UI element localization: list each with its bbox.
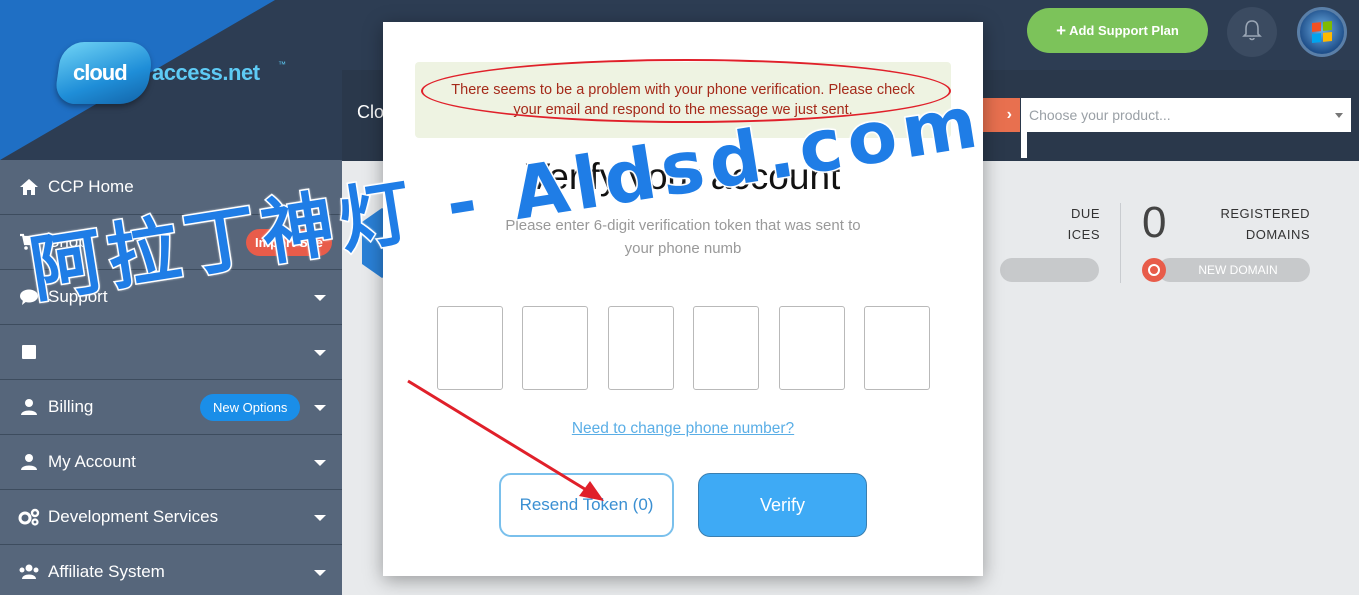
token-digit-1[interactable] (437, 306, 503, 390)
chevron-down-icon (314, 350, 326, 356)
logo-text-cloud: cloud (73, 60, 128, 85)
token-digit-2[interactable] (522, 306, 588, 390)
logo-area: cloud access.net ™ (0, 0, 342, 160)
plus-icon: + (1056, 20, 1067, 40)
subheader-title: Clo (357, 102, 385, 122)
home-icon (18, 178, 40, 196)
sidebar-item-docs[interactable] (0, 325, 342, 380)
bell-icon (1242, 19, 1262, 46)
invoices-button[interactable] (1000, 258, 1099, 282)
sidebar-item-development-services[interactable]: Development Services (0, 490, 342, 545)
user-icon (18, 453, 40, 471)
token-digit-3[interactable] (608, 306, 674, 390)
user-avatar[interactable] (1297, 7, 1347, 57)
sidebar-item-label: CCP Home (48, 177, 134, 196)
product-select[interactable]: Choose your product... (1021, 98, 1351, 132)
add-support-plan-button[interactable]: + Add Support Plan (1027, 8, 1208, 53)
notifications-button[interactable] (1227, 7, 1277, 57)
chevron-down-icon (314, 515, 326, 521)
sidebar-item-affiliate-system[interactable]: Affiliate System (0, 545, 342, 595)
registered-domains-label: REGISTERED DOMAINS (1220, 206, 1310, 242)
resend-token-button[interactable]: Resend Token (0) (499, 473, 674, 537)
product-select-placeholder: Choose your product... (1029, 107, 1171, 123)
logo-trademark: ™ (278, 60, 286, 69)
sidebar-item-label: Development Services (48, 507, 219, 526)
token-digit-6[interactable] (864, 306, 930, 390)
sidebar-item-billing[interactable]: Billing New Options (0, 380, 342, 435)
chevron-right-icon: › (1006, 106, 1012, 123)
stat-divider (1120, 203, 1121, 283)
domains-count: 0 (1142, 198, 1167, 247)
users-icon (18, 563, 40, 581)
sidebar-item-label: Billing (48, 397, 94, 416)
gears-icon (18, 508, 40, 526)
verify-button[interactable]: Verify (698, 473, 867, 537)
token-digit-4[interactable] (693, 306, 759, 390)
add-support-plan-label: Add Support Plan (1069, 23, 1179, 38)
logo-text-accessnet: access.net (152, 60, 260, 85)
sidebar-item-my-account[interactable]: My Account (0, 435, 342, 490)
windows-logo-icon (1312, 20, 1332, 44)
globe-icon (1142, 258, 1166, 282)
sidebar-item-label: My Account (48, 452, 136, 471)
new-options-badge[interactable]: New Options (200, 394, 301, 421)
select-edge (1021, 132, 1027, 158)
chevron-down-icon (314, 570, 326, 576)
token-digit-5[interactable] (779, 306, 845, 390)
dropdown-arrow-icon (1335, 113, 1343, 118)
sidebar-item-label: Affiliate System (48, 562, 165, 581)
chevron-down-icon (314, 460, 326, 466)
chevron-down-icon (314, 405, 326, 411)
due-invoices-label: DUE ICES (1067, 206, 1100, 242)
user-icon (18, 398, 40, 416)
change-phone-link[interactable]: Need to change phone number? (383, 420, 983, 438)
book-icon (18, 343, 40, 361)
chevron-down-icon (314, 295, 326, 301)
chevron-right-button[interactable]: › (980, 98, 1020, 132)
new-domain-button[interactable]: NEW DOMAIN (1158, 258, 1310, 282)
